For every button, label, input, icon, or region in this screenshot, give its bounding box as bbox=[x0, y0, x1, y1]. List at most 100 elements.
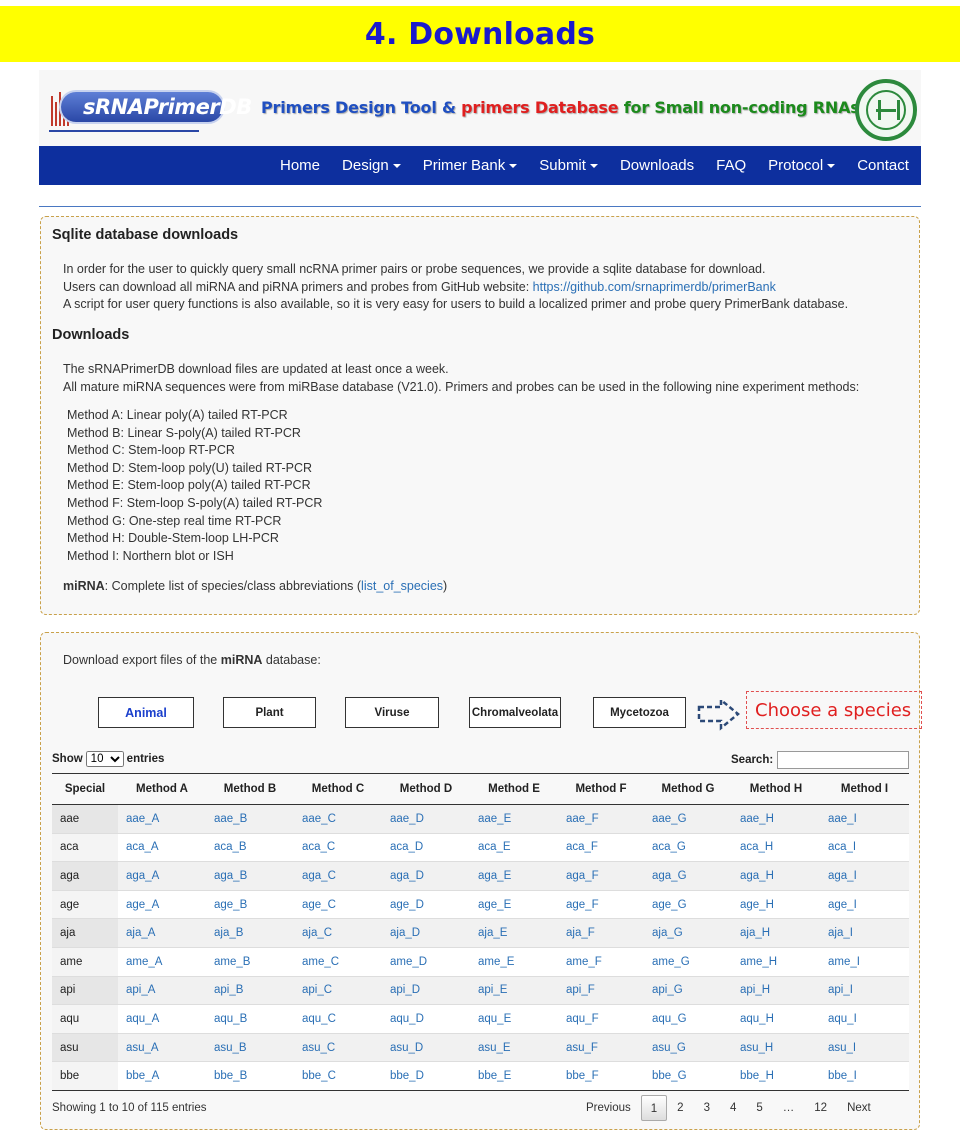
list-of-species-link[interactable]: list_of_species bbox=[361, 579, 443, 593]
nav-item-primer-bank[interactable]: Primer Bank bbox=[412, 157, 529, 174]
download-link[interactable]: age_D bbox=[390, 899, 424, 911]
download-link[interactable]: aja_E bbox=[478, 927, 507, 939]
download-link[interactable]: ame_G bbox=[652, 956, 690, 968]
nav-item-protocol[interactable]: Protocol bbox=[757, 157, 846, 174]
download-link[interactable]: age_A bbox=[126, 899, 159, 911]
download-link[interactable]: bbe_H bbox=[740, 1070, 774, 1082]
download-link[interactable]: bbe_A bbox=[126, 1070, 159, 1082]
download-link[interactable]: asu_I bbox=[828, 1042, 856, 1054]
download-link[interactable]: aja_B bbox=[214, 927, 243, 939]
download-link[interactable]: aae_G bbox=[652, 813, 687, 825]
download-link[interactable]: aca_C bbox=[302, 841, 335, 853]
download-link[interactable]: age_B bbox=[214, 899, 247, 911]
download-link[interactable]: aca_I bbox=[828, 841, 856, 853]
species-button-chromalveolata[interactable]: Chromalveolata bbox=[469, 697, 561, 728]
search-input[interactable] bbox=[777, 751, 910, 769]
page-button-5[interactable]: 5 bbox=[746, 1095, 772, 1121]
download-link[interactable]: age_E bbox=[478, 899, 511, 911]
download-link[interactable]: aqu_B bbox=[214, 1013, 247, 1025]
column-header-method-c[interactable]: Method C bbox=[294, 773, 382, 805]
download-link[interactable]: aqu_G bbox=[652, 1013, 687, 1025]
nav-item-downloads[interactable]: Downloads bbox=[609, 157, 705, 174]
download-link[interactable]: ame_D bbox=[390, 956, 427, 968]
column-header-method-d[interactable]: Method D bbox=[382, 773, 470, 805]
page-button-4[interactable]: 4 bbox=[720, 1095, 746, 1121]
download-link[interactable]: aja_D bbox=[390, 927, 420, 939]
download-link[interactable]: aja_A bbox=[126, 927, 155, 939]
download-link[interactable]: aqu_H bbox=[740, 1013, 774, 1025]
download-link[interactable]: age_G bbox=[652, 899, 687, 911]
nav-item-submit[interactable]: Submit bbox=[528, 157, 609, 174]
species-button-animal[interactable]: Animal bbox=[98, 697, 194, 728]
github-link[interactable]: https://github.com/srnaprimerdb/primerBa… bbox=[533, 280, 776, 294]
download-link[interactable]: aqu_I bbox=[828, 1013, 857, 1025]
download-link[interactable]: aae_H bbox=[740, 813, 774, 825]
download-link[interactable]: age_I bbox=[828, 899, 857, 911]
download-link[interactable]: aca_G bbox=[652, 841, 686, 853]
column-header-method-e[interactable]: Method E bbox=[470, 773, 558, 805]
download-link[interactable]: age_C bbox=[302, 899, 336, 911]
download-link[interactable]: api_A bbox=[126, 984, 155, 996]
download-link[interactable]: asu_D bbox=[390, 1042, 423, 1054]
download-link[interactable]: aae_F bbox=[566, 813, 599, 825]
previous-page-button[interactable]: Previous bbox=[576, 1095, 641, 1121]
download-link[interactable]: aqu_C bbox=[302, 1013, 336, 1025]
download-link[interactable]: bbe_D bbox=[390, 1070, 424, 1082]
nav-item-design[interactable]: Design bbox=[331, 157, 412, 174]
download-link[interactable]: aja_G bbox=[652, 927, 683, 939]
download-link[interactable]: ame_F bbox=[566, 956, 602, 968]
download-link[interactable]: api_B bbox=[214, 984, 243, 996]
download-link[interactable]: asu_G bbox=[652, 1042, 686, 1054]
download-link[interactable]: age_H bbox=[740, 899, 774, 911]
download-link[interactable]: aqu_D bbox=[390, 1013, 424, 1025]
download-link[interactable]: aca_E bbox=[478, 841, 511, 853]
next-page-button[interactable]: Next bbox=[837, 1095, 881, 1121]
page-size-select[interactable]: 10 bbox=[85, 751, 124, 767]
nav-item-contact[interactable]: Contact bbox=[846, 157, 920, 174]
download-link[interactable]: ame_A bbox=[126, 956, 162, 968]
download-link[interactable]: bbe_G bbox=[652, 1070, 687, 1082]
download-link[interactable]: aga_F bbox=[566, 870, 599, 882]
column-header-special[interactable]: Special bbox=[52, 773, 118, 805]
download-link[interactable]: api_F bbox=[566, 984, 595, 996]
download-link[interactable]: ame_H bbox=[740, 956, 777, 968]
column-header-method-a[interactable]: Method A bbox=[118, 773, 206, 805]
column-header-method-f[interactable]: Method F bbox=[558, 773, 644, 805]
download-link[interactable]: api_E bbox=[478, 984, 507, 996]
download-link[interactable]: aae_B bbox=[214, 813, 247, 825]
download-link[interactable]: age_F bbox=[566, 899, 599, 911]
site-logo[interactable]: sRNAPrimerDB bbox=[43, 80, 252, 138]
page-button-1[interactable]: 1 bbox=[640, 1095, 668, 1121]
column-header-method-h[interactable]: Method H bbox=[732, 773, 820, 805]
download-link[interactable]: aca_B bbox=[214, 841, 247, 853]
download-link[interactable]: aja_F bbox=[566, 927, 595, 939]
nav-item-faq[interactable]: FAQ bbox=[705, 157, 757, 174]
download-link[interactable]: aqu_A bbox=[126, 1013, 159, 1025]
download-link[interactable]: aga_A bbox=[126, 870, 159, 882]
nav-item-home[interactable]: Home bbox=[269, 157, 331, 174]
download-link[interactable]: aga_E bbox=[478, 870, 511, 882]
download-link[interactable]: aga_B bbox=[214, 870, 247, 882]
species-button-mycetozoa[interactable]: Mycetozoa bbox=[593, 697, 686, 728]
download-link[interactable]: bbe_B bbox=[214, 1070, 247, 1082]
download-link[interactable]: asu_F bbox=[566, 1042, 598, 1054]
download-link[interactable]: aja_H bbox=[740, 927, 770, 939]
download-link[interactable]: bbe_C bbox=[302, 1070, 336, 1082]
page-button-2[interactable]: 2 bbox=[667, 1095, 693, 1121]
download-link[interactable]: aja_C bbox=[302, 927, 332, 939]
column-header-method-g[interactable]: Method G bbox=[644, 773, 732, 805]
download-link[interactable]: aca_D bbox=[390, 841, 423, 853]
download-link[interactable]: asu_E bbox=[478, 1042, 511, 1054]
download-link[interactable]: aae_C bbox=[302, 813, 336, 825]
download-link[interactable]: api_H bbox=[740, 984, 770, 996]
download-link[interactable]: api_G bbox=[652, 984, 683, 996]
page-button-3[interactable]: 3 bbox=[694, 1095, 720, 1121]
download-link[interactable]: aca_A bbox=[126, 841, 159, 853]
download-link[interactable]: aae_I bbox=[828, 813, 857, 825]
download-link[interactable]: aga_H bbox=[740, 870, 774, 882]
page-button-12[interactable]: 12 bbox=[804, 1095, 837, 1121]
species-button-viruse[interactable]: Viruse bbox=[345, 697, 439, 728]
download-link[interactable]: aqu_F bbox=[566, 1013, 599, 1025]
download-link[interactable]: bbe_I bbox=[828, 1070, 857, 1082]
download-link[interactable]: ame_B bbox=[214, 956, 250, 968]
